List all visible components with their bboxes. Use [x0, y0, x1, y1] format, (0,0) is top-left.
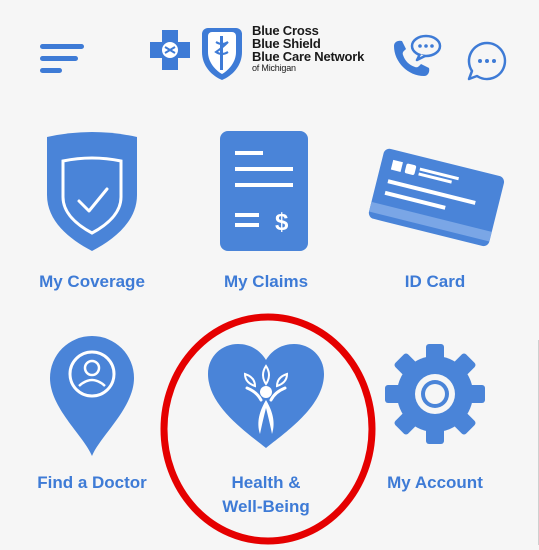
phone-speech-icon[interactable] — [388, 32, 444, 82]
tile-label: My Coverage — [39, 272, 145, 291]
tile-label: Find a Doctor — [37, 473, 147, 492]
svg-text:$: $ — [275, 209, 289, 236]
tile-label: My Claims — [223, 272, 309, 291]
logo-line-3: Blue Care Network — [252, 49, 365, 64]
doctor-pin-icon — [7, 330, 177, 460]
tile-my-coverage[interactable]: My Coverage — [7, 125, 177, 300]
logo-line-4: of Michigan — [252, 63, 296, 73]
id-card-icon — [350, 125, 520, 255]
chat-bubble-icon[interactable] — [466, 40, 508, 82]
tile-id-card[interactable]: ID Card — [350, 125, 520, 300]
tile-label: ID Card — [404, 272, 466, 291]
app-header: Blue Cross Blue Shield Blue Care Network… — [0, 0, 539, 105]
logo-wordmark: Blue Cross Blue Shield Blue Care Network… — [252, 24, 364, 73]
bcbs-logo: Blue Cross Blue Shield Blue Care Network… — [150, 22, 380, 84]
claims-document-icon: $ — [181, 125, 351, 255]
shield-check-icon — [7, 125, 177, 255]
tile-find-a-doctor[interactable]: Find a Doctor — [7, 330, 177, 500]
blue-cross-blue-shield-logo-mark — [150, 28, 242, 80]
highlight-circle — [160, 313, 376, 545]
tile-my-claims[interactable]: $ My Claims — [181, 125, 351, 300]
hamburger-menu-icon[interactable] — [40, 44, 84, 74]
